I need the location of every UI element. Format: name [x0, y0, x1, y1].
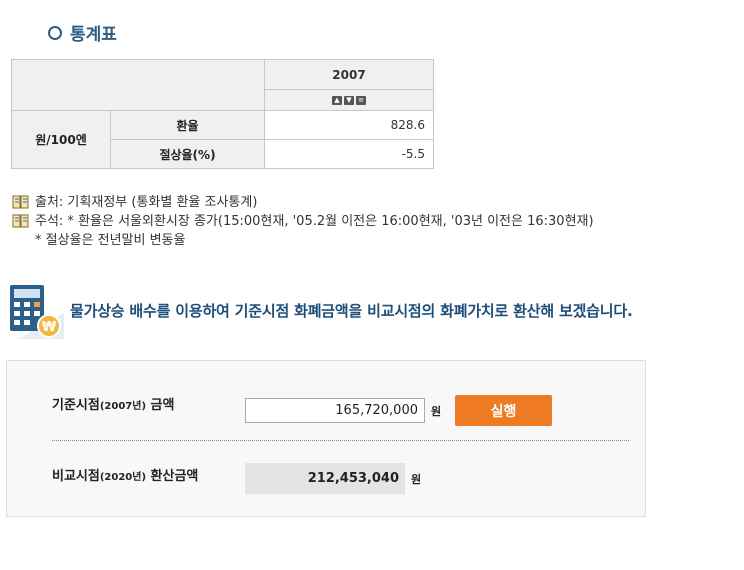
- down-arrow-icon[interactable]: ▼: [344, 96, 354, 105]
- column-controls: ▲ ▼ ≡: [264, 89, 434, 111]
- run-button[interactable]: 실행: [455, 395, 552, 426]
- base-label-year: (2007년): [99, 401, 147, 412]
- remark-note: 주석 : * 환율은 서울외환시장 종가(15:00현재, '05.2월 이전은…: [12, 212, 594, 231]
- remark-text: : * 환율은 서울외환시장 종가(15:00현재, '05.2월 이전은 16…: [58, 214, 594, 229]
- compare-label-year: (2020년): [99, 472, 147, 483]
- row-label-appreciation: 절상율(%): [110, 139, 265, 169]
- calculator-won-icon: ₩: [10, 285, 64, 339]
- book-icon: [12, 195, 29, 209]
- remark-label: 주석: [35, 214, 59, 229]
- menu-icon[interactable]: ≡: [356, 96, 366, 105]
- stats-table: 2007 ▲ ▼ ≡ 원/100엔 환율 828.6 절상율(%) -5.5: [11, 59, 434, 169]
- base-amount-label: 기준시점(2007년) 금액: [52, 394, 174, 413]
- base-label-main: 기준시점: [52, 398, 100, 413]
- notes: 출처 : 기획재정부 (통화별 환율 조사통계) 주석 : * 환율은 서울외환…: [12, 193, 594, 250]
- value-appreciation: -5.5: [264, 139, 434, 169]
- calculator-panel: 기준시점(2007년) 금액 원 실행 비교시점(2020년) 환산금액 212…: [6, 360, 646, 517]
- compare-label-main: 비교시점: [52, 469, 100, 484]
- section-title: 통계표: [48, 20, 117, 45]
- calculator-headline: 물가상승 배수를 이용하여 기준시점 화폐금액을 비교시점의 화폐가치로 환산해…: [70, 302, 633, 320]
- base-label-tail: 금액: [146, 398, 175, 413]
- row-label-exchange-rate: 환율: [110, 110, 265, 140]
- table-corner: [11, 59, 265, 111]
- source-note: 출처 : 기획재정부 (통화별 환율 조사통계): [12, 193, 594, 212]
- compare-label-tail: 환산금액: [146, 469, 199, 484]
- source-text: : 기획재정부 (통화별 환율 조사통계): [58, 195, 258, 210]
- base-amount-input[interactable]: [245, 398, 425, 423]
- circle-bullet-icon: [48, 25, 62, 40]
- unit-label: 원/100엔: [11, 110, 111, 169]
- converted-amount: 212,453,040: [245, 463, 405, 494]
- divider: [52, 440, 629, 441]
- currency-unit: 원: [411, 473, 422, 486]
- compare-amount-label: 비교시점(2020년) 환산금액: [52, 465, 198, 484]
- section-title-text: 통계표: [70, 25, 117, 45]
- value-exchange-rate: 828.6: [264, 110, 434, 140]
- remark-text-2: * 절상율은 전년말비 변동율: [35, 233, 186, 248]
- book-icon: [12, 214, 29, 228]
- up-arrow-icon[interactable]: ▲: [332, 96, 342, 105]
- svg-text:₩: ₩: [42, 320, 57, 335]
- currency-unit: 원: [431, 405, 442, 418]
- year-header: 2007: [264, 59, 434, 90]
- source-label: 출처: [35, 195, 59, 210]
